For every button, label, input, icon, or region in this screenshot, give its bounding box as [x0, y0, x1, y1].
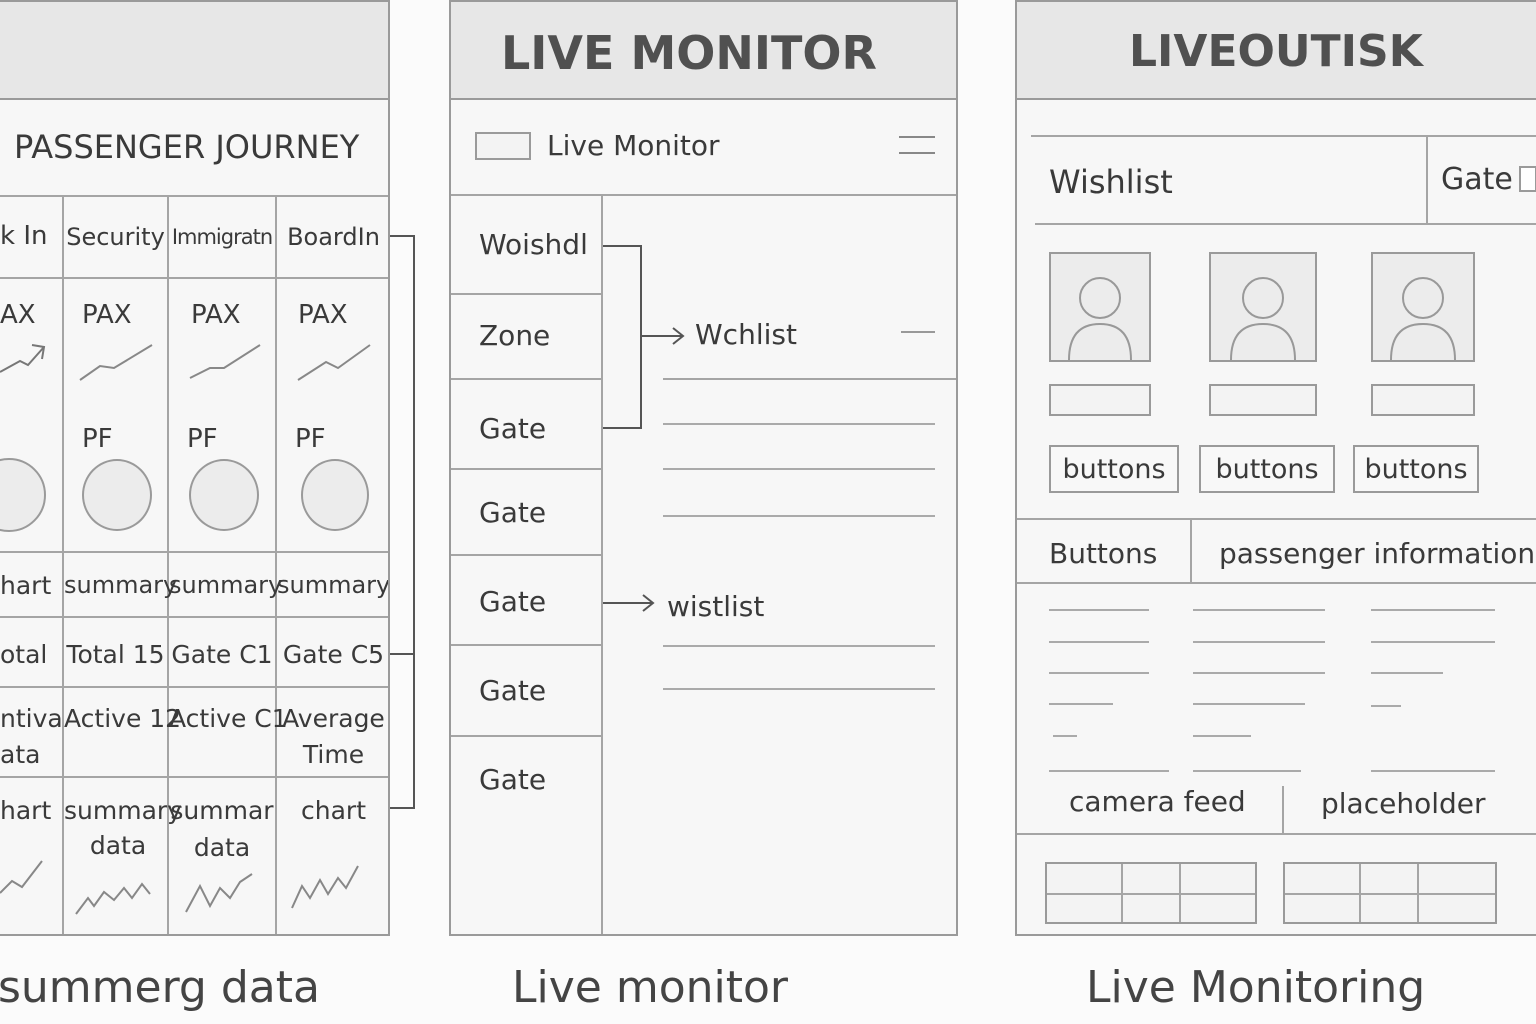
- summary-cell: summary: [64, 571, 178, 599]
- sparkline-icon: [75, 882, 151, 915]
- buttons-tab[interactable]: Buttons: [1049, 537, 1157, 570]
- data-table: [1283, 862, 1497, 924]
- average-time-cell: Time: [302, 740, 365, 769]
- watchlist-label: wistlist: [667, 590, 765, 623]
- card-button[interactable]: buttons: [1353, 445, 1479, 493]
- pf-label: PF: [187, 424, 218, 454]
- passenger-avatar[interactable]: [1049, 252, 1151, 362]
- column-header-boarding[interactable]: BoardIn: [277, 223, 388, 251]
- sparkline-icon: [79, 344, 153, 381]
- average-time-cell: Average: [282, 704, 385, 733]
- gauge-placeholder: [301, 459, 369, 531]
- sidebar-item-zone[interactable]: Zone: [479, 319, 550, 352]
- sidebar-item-gate[interactable]: Gate: [479, 496, 546, 529]
- sparkline-icon: [297, 344, 371, 381]
- active-cell: ata: [0, 740, 41, 769]
- summary-cell: summary: [169, 571, 283, 599]
- placeholder-label: placeholder: [1321, 787, 1486, 820]
- person-icon: [1230, 277, 1296, 361]
- sparkline-icon: [291, 865, 359, 909]
- name-placeholder: [1049, 384, 1151, 416]
- panel-caption: Live Monitoring: [1086, 962, 1426, 1013]
- bracket-connector: [603, 245, 685, 429]
- panel-title: LIVEOUTISK: [1129, 26, 1423, 77]
- card-button[interactable]: buttons: [1049, 445, 1179, 493]
- total-cell: otal: [0, 640, 48, 669]
- sidebar-item-gate[interactable]: Gate: [479, 585, 546, 618]
- sparkline-icon: [0, 860, 43, 894]
- page-title: PASSENGER JOURNEY: [14, 128, 360, 166]
- name-placeholder: [1371, 384, 1475, 416]
- pax-label: PAX: [82, 300, 132, 330]
- trend-arrow-icon: [0, 344, 46, 373]
- passenger-info-tab[interactable]: passenger information: [1219, 537, 1535, 570]
- chart-cell: hart: [0, 796, 52, 825]
- sidebar-item-gate[interactable]: Gate: [479, 674, 546, 707]
- panel-caption: summerg data: [0, 962, 320, 1013]
- summary-data-cell: data: [89, 831, 147, 860]
- panel-title: LIVE MONITOR: [501, 26, 877, 80]
- logo-placeholder: [475, 132, 531, 160]
- active-cell: Active 12: [64, 704, 182, 733]
- gauge-placeholder: [0, 458, 46, 532]
- sparkline-icon: [185, 873, 253, 913]
- column-header-checkin[interactable]: k In: [0, 221, 47, 251]
- data-table: [1045, 862, 1257, 924]
- gate-cell: Gate C1: [171, 640, 273, 669]
- sidebar-item-gate[interactable]: Gate: [479, 763, 546, 796]
- column-header-immigration[interactable]: Immigratn: [169, 225, 275, 249]
- gate-cell: Gate C5: [282, 640, 385, 669]
- pf-label: PF: [295, 424, 326, 454]
- pax-label: PAX: [298, 300, 348, 330]
- arrow-connector: [603, 594, 655, 612]
- pax-label: AX: [0, 300, 36, 330]
- summary-data-cell: summary: [64, 796, 182, 825]
- active-cell: Active C1: [169, 704, 288, 733]
- panel-header: [0, 2, 388, 100]
- pax-label: PAX: [191, 300, 241, 330]
- active-cell: ntiva: [0, 704, 63, 733]
- chart-cell: chart: [301, 796, 366, 825]
- gauge-placeholder: [189, 459, 259, 531]
- live-monitor-panel: LIVE MONITOR Live Monitor Woishdl Zone G…: [449, 0, 958, 936]
- live-monitoring-panel: LIVEOUTISK Wishlist Gate buttons buttons…: [1015, 0, 1536, 936]
- sidebar-item-watchlist[interactable]: Woishdl: [479, 228, 588, 261]
- panel-caption: Live monitor: [512, 962, 788, 1013]
- subheader-title: Live Monitor: [547, 129, 720, 162]
- camera-feed-label: camera feed: [1069, 785, 1246, 818]
- gate-label: Gate: [1441, 162, 1513, 197]
- bracket-connector: [390, 235, 415, 809]
- summary-data-cell: data: [193, 833, 251, 862]
- watchlist-label: Wchlist: [695, 318, 797, 351]
- checkbox[interactable]: [1519, 166, 1536, 192]
- summary-cell: summary: [277, 571, 390, 599]
- total-cell: Total 15: [66, 640, 165, 669]
- column-header-security[interactable]: Security: [64, 223, 167, 251]
- name-placeholder: [1209, 384, 1317, 416]
- pf-label: PF: [82, 424, 113, 454]
- sparkline-icon: [189, 344, 261, 379]
- passenger-avatar[interactable]: [1371, 252, 1475, 362]
- gauge-placeholder: [82, 459, 152, 531]
- passenger-avatar[interactable]: [1209, 252, 1317, 362]
- sidebar-item-gate[interactable]: Gate: [479, 412, 546, 445]
- summary-data-cell: summar: [170, 796, 274, 825]
- passenger-journey-panel: PASSENGER JOURNEY k In Security Immigrat…: [0, 0, 390, 936]
- person-icon: [1068, 277, 1132, 361]
- person-icon: [1390, 277, 1456, 361]
- card-button[interactable]: buttons: [1199, 445, 1335, 493]
- menu-icon[interactable]: [899, 136, 935, 158]
- summary-cell: hart: [0, 571, 52, 600]
- wishlist-label: Wishlist: [1049, 163, 1173, 201]
